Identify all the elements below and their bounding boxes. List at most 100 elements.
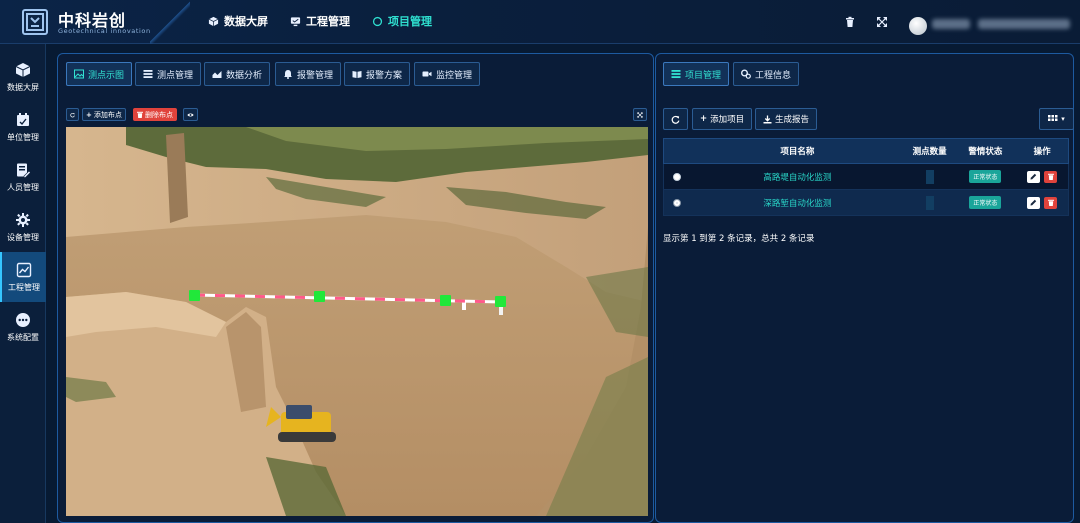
tab-project-management[interactable]: 项目管理 xyxy=(663,62,730,86)
add-point-button[interactable]: + 添加布点 xyxy=(82,108,126,121)
sidebar-item-label: 人员管理 xyxy=(7,182,39,192)
pencil-icon xyxy=(1030,199,1037,206)
nav-item-project[interactable]: 项目管理 xyxy=(372,13,432,29)
refresh-icon xyxy=(671,115,680,124)
trash-icon xyxy=(1047,199,1054,206)
account-blurred[interactable] xyxy=(978,19,1070,29)
circle-icon xyxy=(372,16,383,26)
refresh-button[interactable] xyxy=(66,108,79,121)
sidebar-item-engineering[interactable]: 工程管理 xyxy=(0,252,46,302)
add-project-button[interactable]: + 添加项目 xyxy=(692,108,753,130)
tab-label: 测点管理 xyxy=(157,70,194,81)
sidebar-item-units[interactable]: 单位管理 xyxy=(0,102,46,152)
cube-icon xyxy=(208,16,219,26)
top-bar: 中科岩创 Geotechnical innovation 数据大屏 工程管理 项… xyxy=(0,0,1080,44)
avatar[interactable] xyxy=(909,17,927,35)
nav-item-label: 数据大屏 xyxy=(224,15,268,28)
row-radio[interactable] xyxy=(672,172,681,181)
logo-icon xyxy=(22,9,48,35)
sidebar-item-data-screen[interactable]: 数据大屏 xyxy=(0,52,46,102)
add-project-label: 添加项目 xyxy=(710,115,745,125)
sensor-marker[interactable] xyxy=(314,291,325,302)
sidebar: 数据大屏 单位管理 人员管理 设备管理 工程管理 系统配置 xyxy=(0,44,46,523)
project-name[interactable]: 高路堤自动化监测 xyxy=(690,171,905,183)
calendar-icon xyxy=(17,112,29,126)
book-icon xyxy=(352,71,362,78)
sidebar-item-label: 设备管理 xyxy=(7,232,39,242)
fullscreen-icon[interactable] xyxy=(876,16,888,28)
sidebar-item-devices[interactable]: 设备管理 xyxy=(0,202,46,252)
username-blurred[interactable] xyxy=(932,19,970,29)
plus-icon: + xyxy=(86,110,92,119)
gear-icon xyxy=(16,212,30,227)
status-badge: 正常状态 xyxy=(969,196,1002,209)
column-header-status: 警情状态 xyxy=(968,147,1003,157)
tab-monitor-management[interactable]: 监控管理 xyxy=(414,62,481,86)
bell-icon xyxy=(284,70,292,79)
site-photo-canvas xyxy=(66,127,648,516)
monitor-icon xyxy=(290,16,301,26)
chevron-down-icon: ▾ xyxy=(1061,115,1065,123)
gears-icon xyxy=(741,69,751,79)
sidebar-item-personnel[interactable]: 人员管理 xyxy=(0,152,46,202)
sensor-marker[interactable] xyxy=(189,290,200,301)
sidebar-item-label: 数据大屏 xyxy=(7,82,39,92)
tab-point-management[interactable]: 测点管理 xyxy=(135,62,202,86)
brand-subtitle: Geotechnical innovation xyxy=(58,27,151,35)
sidebar-item-label: 工程管理 xyxy=(8,282,40,292)
status-badge: 正常状态 xyxy=(969,170,1002,183)
trash-icon[interactable] xyxy=(844,16,856,28)
table-row[interactable]: 深路堑自动化监测 正常状态 xyxy=(663,190,1069,216)
project-table: 项目名称 测点数量 警情状态 操作 高路堤自动化监测 正常状态 深路堑自动化监测… xyxy=(663,138,1069,216)
tab-point-diagram[interactable]: 测点示图 xyxy=(66,62,133,86)
column-header-ops: 操作 xyxy=(1033,147,1051,157)
download-icon xyxy=(763,115,772,123)
tab-alarm-scheme[interactable]: 报警方案 xyxy=(344,62,411,86)
generate-report-label: 生成报告 xyxy=(775,115,810,125)
list-icon xyxy=(143,70,153,78)
tab-data-analysis[interactable]: 数据分析 xyxy=(204,62,271,86)
delete-point-button[interactable]: 删除布点 xyxy=(133,108,177,121)
tab-engineering-info[interactable]: 工程信息 xyxy=(733,62,800,86)
generate-report-button[interactable]: 生成报告 xyxy=(755,108,818,130)
tab-alarm-management[interactable]: 报警管理 xyxy=(275,62,342,86)
list-icon xyxy=(671,70,681,78)
site-photo[interactable] xyxy=(66,127,648,516)
trash-icon xyxy=(1047,173,1054,180)
tab-label: 报警方案 xyxy=(366,70,403,81)
nav-item-label: 项目管理 xyxy=(388,15,432,28)
sidebar-item-label: 单位管理 xyxy=(7,132,39,142)
header-decoration xyxy=(150,0,190,44)
edit-button[interactable] xyxy=(1027,170,1041,183)
area-chart-icon xyxy=(212,71,222,78)
project-name[interactable]: 深路堑自动化监测 xyxy=(690,197,905,209)
delete-button[interactable] xyxy=(1044,170,1058,183)
refresh-button[interactable] xyxy=(663,108,688,130)
edit-button[interactable] xyxy=(1027,196,1041,209)
measure-point-panel: 测点示图 测点管理 数据分析 报警管理 报警方案 监控管理 + 添加布点 删除布… xyxy=(57,53,654,523)
column-header-count: 测点数量 xyxy=(912,147,947,157)
cube-icon xyxy=(15,62,31,77)
sidebar-item-system-config[interactable]: 系统配置 xyxy=(0,302,46,352)
sensor-marker[interactable] xyxy=(495,296,506,307)
toggle-visibility-button[interactable] xyxy=(183,108,198,121)
nav-item-data-screen[interactable]: 数据大屏 xyxy=(208,13,268,29)
top-nav: 数据大屏 工程管理 项目管理 xyxy=(208,13,432,29)
pencil-icon xyxy=(1030,173,1037,180)
expand-button[interactable] xyxy=(633,108,647,121)
table-row[interactable]: 高路堤自动化监测 正常状态 xyxy=(663,164,1069,190)
pagination-info: 显示第 1 到第 2 条记录，总共 2 条记录 xyxy=(663,234,815,244)
nav-item-label: 工程管理 xyxy=(306,15,350,28)
row-radio[interactable] xyxy=(672,198,681,207)
image-icon xyxy=(74,69,84,79)
eye-icon xyxy=(187,113,194,116)
sidebar-item-label: 系统配置 xyxy=(7,332,39,342)
column-header-name: 项目名称 xyxy=(780,147,815,157)
sensor-marker[interactable] xyxy=(440,295,451,306)
project-panel: 项目管理 工程信息 + 添加项目 生成报告 ▾ 项目名称 测点数量 警情状态 操… xyxy=(655,53,1074,523)
delete-button[interactable] xyxy=(1044,196,1058,209)
column-toggle-button[interactable]: ▾ xyxy=(1039,108,1074,130)
user-edit-icon xyxy=(17,163,31,178)
nav-item-engineering[interactable]: 工程管理 xyxy=(290,13,350,29)
chart-icon xyxy=(16,262,32,277)
